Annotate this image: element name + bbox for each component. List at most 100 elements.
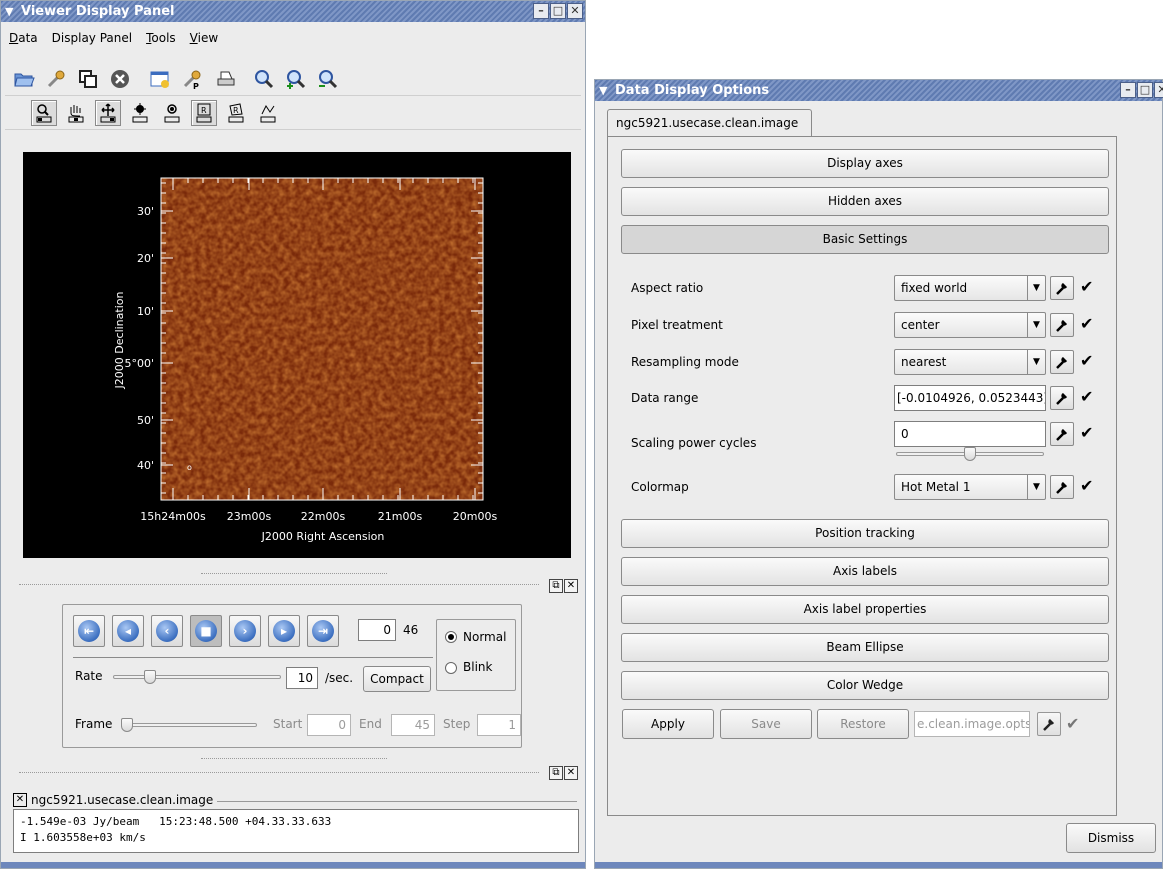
rewind-icon: ⇤ [78, 620, 100, 642]
play-forward-button[interactable]: ▸ [268, 615, 300, 647]
panel-window-icon[interactable] [149, 68, 171, 90]
wrench-icon[interactable] [1050, 422, 1074, 446]
image-plot[interactable]: 30' 20' 10' 5°00' 50' 40' 15h24m00s 23m0… [23, 152, 571, 558]
frame-slider[interactable] [121, 723, 257, 727]
zoom-out-icon[interactable] [317, 68, 339, 90]
color-wedge-section[interactable]: Color Wedge [621, 671, 1109, 700]
copy-panel-icon[interactable] [77, 68, 99, 90]
colormap-tool-icon[interactable] [127, 100, 153, 126]
checkmark-icon: ✔ [1080, 277, 1094, 296]
contrast-tool-icon[interactable] [159, 100, 185, 126]
image-canvas[interactable]: 30' 20' 10' 5°00' 50' 40' 15h24m00s 23m0… [23, 152, 571, 558]
display-axes-section[interactable]: Display axes [621, 149, 1109, 178]
hidden-axes-section[interactable]: Hidden axes [621, 187, 1109, 216]
step-back-button[interactable]: ‹ [151, 615, 183, 647]
window-menu-chevron-icon[interactable]: ▼ [5, 1, 13, 22]
normal-mode-label: Normal [463, 630, 507, 644]
minimize-icon[interactable]: – [533, 3, 549, 19]
close-icon[interactable]: ✕ [1154, 82, 1163, 98]
move-tool-icon[interactable] [95, 100, 121, 126]
chevron-down-icon[interactable]: ▼ [1027, 350, 1045, 374]
y-tick-label: 30' [137, 205, 154, 218]
dismiss-button[interactable]: Dismiss [1066, 823, 1156, 853]
wrench-icon[interactable] [45, 68, 67, 90]
frame-number-input[interactable]: 0 [358, 619, 396, 641]
y-tick-label: 20' [137, 252, 154, 265]
menu-bar: Data Display Panel Tools View [9, 31, 218, 45]
stop-button[interactable]: ■ [190, 615, 222, 647]
step-input[interactable]: 1 [477, 714, 521, 736]
open-folder-icon[interactable] [13, 68, 35, 90]
maximize-icon[interactable]: □ [550, 3, 566, 19]
play-reverse-button[interactable]: ◂ [112, 615, 144, 647]
chevron-down-icon[interactable]: ▼ [1027, 475, 1045, 499]
apply-button[interactable]: Apply [622, 709, 714, 739]
rate-input[interactable]: 10 [286, 667, 318, 689]
maximize-icon[interactable]: □ [1137, 82, 1153, 98]
options-tab[interactable]: ngc5921.usecase.clean.image [607, 109, 812, 137]
axis-label-properties-section[interactable]: Axis label properties [621, 595, 1109, 624]
fast-forward-button[interactable]: ⇥ [307, 615, 339, 647]
zoom-fit-icon[interactable] [253, 68, 275, 90]
scaling-power-slider-thumb[interactable] [964, 447, 976, 461]
close-icon[interactable]: ✕ [567, 3, 583, 19]
window-menu-chevron-icon[interactable]: ▼ [599, 80, 607, 101]
menu-view[interactable]: View [190, 31, 218, 45]
printer-icon[interactable] [215, 68, 237, 90]
splitter-handle[interactable] [201, 573, 387, 574]
polyline-tool-icon[interactable] [255, 100, 281, 126]
data-range-input[interactable]: [-0.0104926, 0.0523443] [894, 385, 1046, 411]
wrench-icon[interactable] [1050, 276, 1074, 300]
aspect-ratio-select[interactable]: fixed world ▼ [894, 275, 1046, 301]
float-panel-icon[interactable]: ⧉ [549, 579, 563, 593]
scaling-power-input[interactable]: 0 [894, 421, 1046, 447]
close-panel-icon[interactable] [109, 68, 131, 90]
rate-slider[interactable] [113, 675, 281, 679]
pixel-treatment-select[interactable]: center ▼ [894, 312, 1046, 338]
menu-tools[interactable]: Tools [146, 31, 176, 45]
wrench-icon[interactable] [1050, 386, 1074, 410]
basic-settings-section[interactable]: Basic Settings [621, 225, 1109, 254]
end-input[interactable]: 45 [391, 714, 435, 736]
minimize-icon[interactable]: – [1120, 82, 1136, 98]
close-dock-icon[interactable]: ✕ [564, 766, 578, 780]
viewer-titlebar[interactable]: ▼ Viewer Display Panel – □ ✕ [1, 1, 585, 22]
pan-hand-tool-icon[interactable] [63, 100, 89, 126]
frame-slider-thumb[interactable] [121, 718, 133, 732]
menu-display-panel[interactable]: Display Panel [52, 31, 132, 45]
zoom-in-icon[interactable] [285, 68, 307, 90]
axis-labels-section[interactable]: Axis labels [621, 557, 1109, 586]
rewind-button[interactable]: ⇤ [73, 615, 105, 647]
float-panel-icon[interactable]: ⧉ [549, 766, 563, 780]
fast-forward-icon: ⇥ [312, 620, 334, 642]
beam-ellipse-section[interactable]: Beam Ellipse [621, 633, 1109, 662]
options-file-input[interactable]: e.clean.image.opts [914, 711, 1030, 737]
wrench-icon[interactable] [1050, 313, 1074, 337]
colormap-select[interactable]: Hot Metal 1 ▼ [894, 474, 1046, 500]
menu-data[interactable]: Data [9, 31, 38, 45]
wrench-icon[interactable] [1037, 712, 1061, 736]
blink-mode-radio[interactable] [445, 662, 457, 674]
zoom-tool-icon[interactable] [31, 100, 57, 126]
chevron-down-icon[interactable]: ▼ [1027, 313, 1045, 337]
close-dock-icon[interactable]: ✕ [564, 579, 578, 593]
wrench-icon[interactable] [1050, 475, 1074, 499]
position-tracking-section[interactable]: Position tracking [621, 519, 1109, 548]
options-titlebar[interactable]: ▼ Data Display Options – □ ✕ [595, 80, 1163, 101]
compact-button[interactable]: Compact [363, 666, 431, 692]
rectangle-region-tool-icon[interactable]: R [191, 100, 217, 126]
print-setup-icon[interactable]: P [181, 68, 203, 90]
y-tick-label: 50' [137, 414, 154, 427]
rate-slider-thumb[interactable] [144, 670, 157, 684]
wrench-icon[interactable] [1050, 350, 1074, 374]
resampling-mode-select[interactable]: nearest ▼ [894, 349, 1046, 375]
chevron-down-icon[interactable]: ▼ [1027, 276, 1045, 300]
normal-mode-radio[interactable] [445, 631, 457, 643]
start-input[interactable]: 0 [307, 714, 351, 736]
polygon-region-tool-icon[interactable]: R [223, 100, 249, 126]
step-forward-button[interactable]: › [229, 615, 261, 647]
restore-button[interactable]: Restore [817, 709, 909, 739]
save-button[interactable]: Save [720, 709, 812, 739]
splitter-handle[interactable] [201, 758, 387, 759]
close-tracking-icon[interactable]: ✕ [13, 793, 27, 807]
